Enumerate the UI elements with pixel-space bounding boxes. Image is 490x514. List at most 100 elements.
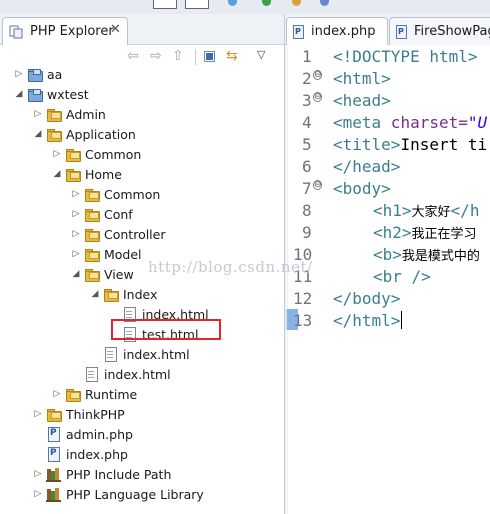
code-line[interactable]: 12 </body> <box>285 287 490 309</box>
code-tag: <html> <box>333 69 391 88</box>
code-line[interactable]: 7 ⊖ <body> <box>285 177 490 199</box>
code-tag: </h <box>450 201 480 220</box>
toolbar-dot-icon[interactable] <box>292 0 301 6</box>
code-value: "U <box>467 113 488 132</box>
code-line[interactable]: 2 ⊖ <html> <box>285 67 490 89</box>
library-icon <box>46 487 62 502</box>
expand-arrow-icon[interactable]: ▷ <box>71 247 81 261</box>
tree-item-label: index.php <box>66 447 128 462</box>
tab-fireshowpag[interactable]: P FireShowPag <box>389 17 490 45</box>
code-line[interactable]: 4 <meta charset="U <box>285 111 490 133</box>
expand-arrow-icon[interactable]: ▷ <box>33 467 43 481</box>
code-tag: <b> <box>373 245 402 264</box>
expand-arrow-icon[interactable]: ▷ <box>52 387 62 401</box>
package-folder-icon <box>84 267 100 282</box>
collapse-all-icon[interactable]: ▣ <box>203 48 216 64</box>
tree-item[interactable]: ▷ Controller <box>0 225 284 245</box>
tree-item[interactable]: Padmin.php <box>0 425 284 445</box>
expand-arrow-icon[interactable]: ▷ <box>52 147 62 161</box>
tree-item[interactable]: ▷ Admin <box>0 105 284 125</box>
collapse-arrow-icon[interactable]: ◢ <box>90 287 100 301</box>
code-tag: <br /> <box>373 267 431 286</box>
toolbar-dot-icon[interactable] <box>262 0 271 6</box>
tree-item[interactable]: ▷ Common <box>0 145 284 165</box>
toolbar-button[interactable] <box>185 0 209 9</box>
tree-item[interactable]: Pindex.php <box>0 445 284 465</box>
expand-arrow-icon[interactable]: ▷ <box>71 187 81 201</box>
tree-item[interactable]: index.html <box>0 345 284 365</box>
fold-icon[interactable]: ⊖ <box>313 70 322 80</box>
toolbar-button[interactable] <box>153 0 177 9</box>
close-icon[interactable]: ✕ <box>110 22 121 37</box>
tree-item[interactable]: ▷ Conf <box>0 205 284 225</box>
collapse-arrow-icon[interactable]: ◢ <box>33 127 43 141</box>
tree-item-label: ThinkPHP <box>66 407 125 422</box>
package-folder-icon <box>65 167 81 182</box>
tree-item[interactable]: ◢ Application <box>0 125 284 145</box>
code-line[interactable]: 11 <br /> <box>285 265 490 287</box>
view-menu-icon[interactable]: ▽ <box>257 48 265 61</box>
expand-arrow-icon[interactable]: ▷ <box>33 107 43 121</box>
code-line[interactable]: 6 </head> <box>285 155 490 177</box>
tree-item[interactable]: ▷ PHP Language Library <box>0 485 284 505</box>
line-number: 9 <box>302 223 312 242</box>
expand-arrow-icon[interactable]: ▷ <box>14 67 24 81</box>
up-folder-icon[interactable]: ⇧ <box>172 48 184 64</box>
code-line[interactable]: 10 <b>我是模式中的 <box>285 243 490 265</box>
fold-icon[interactable]: ⊖ <box>313 92 322 102</box>
editor-tab-bar: P index.php P FireShowPag <box>285 14 490 45</box>
code-tag: </head> <box>333 157 401 176</box>
package-folder-icon <box>65 387 81 402</box>
php-file-icon: P <box>46 427 62 442</box>
code-line[interactable]: 8 <h1>大家好</h <box>285 199 490 221</box>
tree-item[interactable]: ▷ ThinkPHP <box>0 405 284 425</box>
tree-item-label: Common <box>85 147 142 162</box>
forward-arrow-icon[interactable]: ⇨ <box>150 48 162 64</box>
php-file-icon: P <box>46 447 62 462</box>
tree-item-label: Application <box>66 127 136 142</box>
collapse-arrow-icon[interactable]: ◢ <box>52 167 62 181</box>
explorer-tab-label: PHP Explorer <box>30 24 114 39</box>
tree-item-label: Controller <box>104 227 166 242</box>
package-folder-icon <box>84 187 100 202</box>
tree-item-label: View <box>104 267 134 282</box>
code-line[interactable]: 9 <h2>我正在学习 <box>285 221 490 243</box>
tree-item[interactable]: ▷ aa <box>0 65 284 85</box>
tree-item-label: Admin <box>66 107 106 122</box>
code-tag: <!DOCTYPE html> <box>333 47 478 66</box>
expand-arrow-icon[interactable]: ▷ <box>33 407 43 421</box>
tree-item[interactable]: ◢ wxtest <box>0 85 284 105</box>
collapse-arrow-icon[interactable]: ◢ <box>71 267 81 281</box>
line-number: 12 <box>293 289 313 308</box>
tree-item[interactable]: ◢ Index <box>0 285 284 305</box>
back-arrow-icon[interactable]: ⇦ <box>127 48 139 64</box>
collapse-arrow-icon[interactable]: ◢ <box>14 87 24 101</box>
code-line[interactable]: 5 <title>Insert ti <box>285 133 490 155</box>
code-tag: </body> <box>333 289 401 308</box>
explorer-tab-bar: PHP Explorer ✕ <box>0 14 284 45</box>
code-line[interactable]: 13 </html> <box>285 309 490 331</box>
php-explorer-icon <box>9 25 23 42</box>
fold-icon[interactable]: ⊖ <box>313 180 322 190</box>
tree-item-label: PHP Language Library <box>66 487 204 502</box>
line-number: 1 <box>302 47 312 66</box>
toolbar-dot-icon[interactable] <box>320 0 329 6</box>
tree-item[interactable]: ▷ Common <box>0 185 284 205</box>
toolbar-dot-icon[interactable] <box>228 0 237 6</box>
tab-php-explorer[interactable]: PHP Explorer ✕ <box>2 17 128 45</box>
expand-arrow-icon[interactable]: ▷ <box>71 207 81 221</box>
line-number: 3 <box>302 91 312 110</box>
expand-arrow-icon[interactable]: ▷ <box>71 227 81 241</box>
code-line[interactable]: 1 <!DOCTYPE html> <box>285 45 490 67</box>
link-with-editor-icon[interactable]: ⇆ <box>226 48 238 64</box>
tree-item-label: Conf <box>104 207 133 222</box>
code-line[interactable]: 3 ⊖ <head> <box>285 89 490 111</box>
package-folder-icon <box>65 147 81 162</box>
tree-item[interactable]: ◢ Home <box>0 165 284 185</box>
expand-arrow-icon[interactable]: ▷ <box>33 487 43 501</box>
tree-item[interactable]: ▷ PHP Include Path <box>0 465 284 485</box>
tree-item[interactable]: index.html <box>0 365 284 385</box>
tree-item[interactable]: ▷ Runtime <box>0 385 284 405</box>
library-icon <box>46 467 62 482</box>
tab-index-php[interactable]: P index.php <box>286 17 388 45</box>
